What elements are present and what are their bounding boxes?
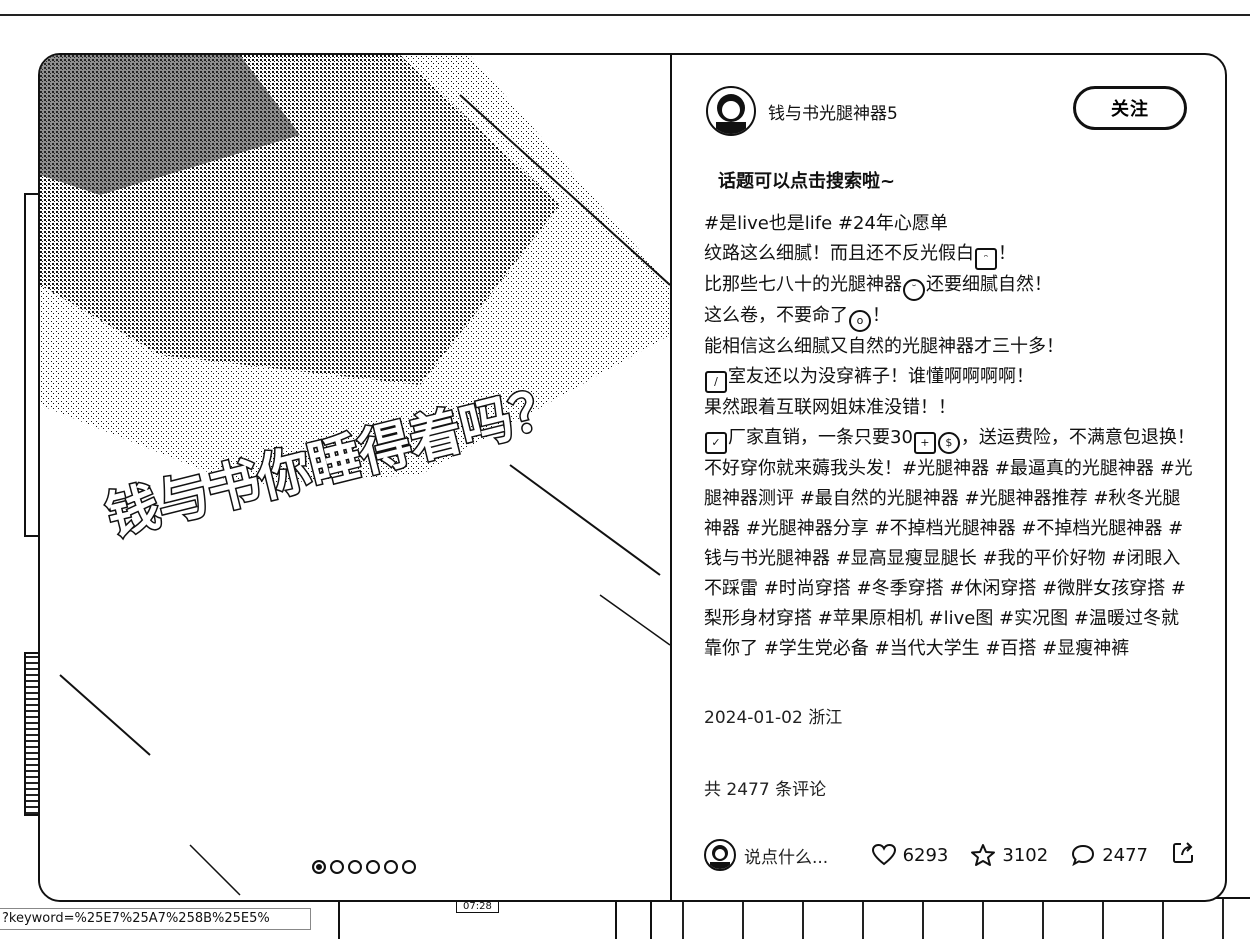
- topic-search-tip: 话题可以点击搜索啦~: [718, 171, 896, 192]
- shocked-emoji-icon: o: [849, 310, 871, 332]
- favorite-button[interactable]: 3102: [970, 843, 1048, 867]
- current-user-avatar: [704, 839, 736, 871]
- content-line: 比那些七八十的光腿神器 ˘ 还要细腻自然！: [704, 270, 1196, 301]
- note-image: 钱与书你睡得着吗？: [40, 55, 670, 896]
- money-bag-emoji-icon: $: [937, 432, 960, 454]
- share-icon: [1173, 842, 1193, 863]
- carousel-dot[interactable]: [348, 860, 362, 874]
- cat-emoji-icon: ᵔ: [975, 248, 997, 270]
- content-line: 纹路这么细腻！而且还不反光假白 ᵔ！: [704, 239, 1196, 270]
- favorite-count: 3102: [1002, 844, 1049, 866]
- content-line-hashtags[interactable]: #是live也是life #24年心愿单: [704, 209, 1196, 239]
- browser-status-url: ?keyword=%25E7%25A7%258B%25E5%: [0, 908, 311, 930]
- content-line: 果然跟着互联网姐妹准没错！！: [704, 397, 956, 418]
- frown-emoji-icon: ˘: [903, 279, 925, 301]
- share-button[interactable]: [1170, 840, 1196, 870]
- like-button[interactable]: 6293: [871, 843, 949, 867]
- heart-icon: [871, 843, 896, 866]
- comment-count: 2477: [1102, 844, 1148, 866]
- carousel-dot[interactable]: [366, 860, 380, 874]
- browser-top-border: [0, 14, 1250, 16]
- post-date-location: 2024-01-02 浙江: [704, 708, 843, 728]
- carousel-dot[interactable]: [384, 860, 398, 874]
- content-line: 这么卷，不要命了 o！: [704, 301, 1196, 332]
- engagement-bar: 说点什么... 6293 3102 2477: [704, 835, 1196, 875]
- note-image-carousel[interactable]: 钱与书你睡得着吗？: [40, 55, 670, 900]
- carousel-dot[interactable]: [330, 860, 344, 874]
- follow-button[interactable]: 关注: [1073, 86, 1187, 130]
- checkbox-emoji-icon: ✓: [705, 432, 727, 454]
- like-count: 6293: [902, 844, 949, 866]
- carousel-dot[interactable]: [402, 860, 416, 874]
- plus-emoji-icon: +: [913, 432, 936, 454]
- comment-count-label: 共 2477 条评论: [704, 780, 827, 800]
- carousel-indicator: [312, 860, 416, 874]
- background-feed-card[interactable]: [650, 897, 1250, 939]
- note-detail-modal: 钱与书你睡得着吗？ 钱与书光腿神器5 关注 话题可以点击搜索啦~ #是live也…: [38, 53, 1227, 902]
- comment-button[interactable]: 2477: [1070, 843, 1148, 867]
- comment-input[interactable]: 说点什么...: [744, 843, 828, 868]
- content-paragraph-hashtags: ✓ 厂家直销，一条只要30 + $ ，送运费险，不满意包退换！不好穿你就来薅我头发！#光…: [704, 427, 1195, 659]
- content-line: 能相信这么细腻又自然的光腿神器才三十多！: [704, 336, 1064, 357]
- note-content: #是live也是life #24年心愿单 纹路这么细腻！而且还不反光假白 ᵔ！ 比…: [704, 209, 1196, 664]
- note-info-panel: 钱与书光腿神器5 关注 话题可以点击搜索啦~ #是live也是life #24年…: [672, 55, 1225, 900]
- star-icon: [971, 844, 996, 866]
- content-line: ∕ 室友还以为没穿裤子！谁懂啊啊啊啊！: [704, 362, 1196, 393]
- carousel-dot-active[interactable]: [312, 860, 326, 874]
- chat-bubble-icon: [1072, 844, 1095, 867]
- author-avatar[interactable]: [706, 86, 756, 136]
- leg-emoji-icon: ∕: [705, 371, 727, 393]
- author-name[interactable]: 钱与书光腿神器5: [768, 99, 898, 124]
